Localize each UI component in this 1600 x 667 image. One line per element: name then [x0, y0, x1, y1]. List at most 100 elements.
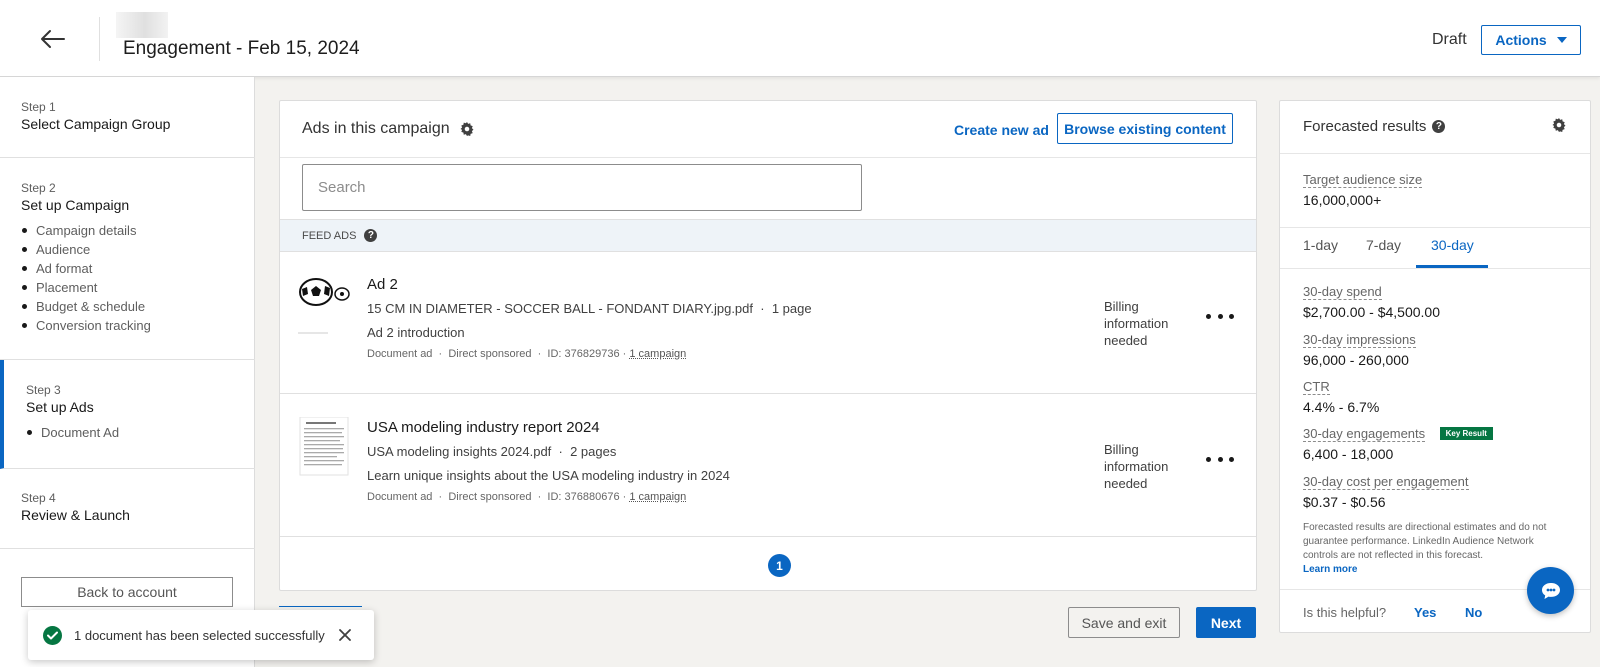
header-divider: [99, 17, 100, 61]
ad-title[interactable]: USA modeling industry report 2024: [367, 419, 600, 436]
tab-1-day[interactable]: 1-day: [1303, 237, 1338, 253]
helpful-yes-link[interactable]: Yes: [1414, 605, 1436, 620]
ad-row[interactable]: Ad 2 15 CM IN DIAMETER - SOCCER BALL - F…: [280, 252, 1256, 394]
forecast-panel: Forecasted results ? Target audience siz…: [1279, 100, 1591, 633]
step-3[interactable]: Step 3 Set up Ads Document Ad: [0, 360, 255, 469]
caret-down-icon: [1556, 37, 1567, 43]
step-title: Set up Ads: [26, 399, 94, 415]
step-number: Step 1: [21, 100, 56, 114]
ad-id: ID: 376880676: [547, 491, 620, 503]
soccer-ball-thumbnail: [298, 274, 350, 334]
step-2[interactable]: Step 2 Set up Campaign Campaign details …: [0, 158, 255, 360]
ad-type: Document ad: [367, 348, 433, 360]
ad-description: Learn unique insights about the USA mode…: [367, 468, 730, 483]
ad-sponsor-type: Direct sponsored: [448, 491, 532, 503]
save-and-exit-button[interactable]: Save and exit: [1068, 607, 1180, 638]
step-number: Step 4: [21, 491, 56, 505]
metric-label: 30-day impressions: [1303, 332, 1416, 348]
back-button-edge[interactable]: [279, 606, 362, 608]
audience-size: Target audience size 16,000,000+: [1303, 171, 1423, 208]
chat-icon: [1541, 582, 1560, 599]
divider: [1280, 153, 1590, 154]
ad-file-info: USA modeling insights 2024.pdf · 2 pages: [367, 444, 616, 459]
document-thumbnail: [298, 416, 350, 477]
metric-value: 4.4% - 6.7%: [1303, 399, 1380, 415]
separator-dot: ·: [534, 348, 548, 360]
audience-size-value: 16,000,000+: [1303, 192, 1382, 208]
step-4[interactable]: Step 4 Review & Launch: [0, 469, 255, 549]
key-result-badge: Key Result: [1439, 427, 1493, 440]
step-subitem[interactable]: Audience: [21, 240, 234, 259]
search-input[interactable]: [302, 164, 862, 211]
ads-card: Ads in this campaign Create new ad Brows…: [279, 100, 1257, 591]
ad-sponsor-type: Direct sponsored: [448, 348, 532, 360]
step-subitems: Document Ad: [26, 423, 233, 442]
ad-meta: Document ad · Direct sponsored · ID: 376…: [367, 348, 686, 360]
gear-icon[interactable]: [460, 122, 474, 136]
billing-status: Billing information needed: [1104, 442, 1169, 491]
page-title: Engagement - Feb 15, 2024: [123, 38, 360, 59]
browse-existing-content-button[interactable]: Browse existing content: [1057, 113, 1233, 144]
ad-page-count: 1 page: [771, 301, 812, 316]
step-subitem[interactable]: Placement: [21, 278, 234, 297]
ad-type: Document ad: [367, 491, 433, 503]
ad-campaign-count-link[interactable]: 1 campaign: [629, 348, 686, 360]
ads-card-header: Ads in this campaign Create new ad Brows…: [280, 101, 1256, 158]
step-subitem[interactable]: Conversion tracking: [21, 316, 234, 335]
account-logo: [116, 12, 168, 38]
metric-cost-per-engagement: 30-day cost per engagement $0.37 - $0.56: [1303, 473, 1469, 510]
metric-engagements: 30-day engagements Key Result 6,400 - 18…: [1303, 425, 1493, 462]
back-arrow-icon[interactable]: [38, 26, 68, 52]
gear-icon[interactable]: [1552, 118, 1566, 132]
metric-value: $2,700.00 - $4,500.00: [1303, 304, 1441, 320]
metric-value: $0.37 - $0.56: [1303, 494, 1386, 510]
step-title: Review & Launch: [21, 507, 130, 523]
ad-campaign-count-link[interactable]: 1 campaign: [629, 491, 686, 503]
metric-value: 6,400 - 18,000: [1303, 446, 1394, 462]
tab-30-day[interactable]: 30-day: [1431, 237, 1474, 253]
next-button[interactable]: Next: [1196, 607, 1256, 638]
actions-button[interactable]: Actions: [1481, 25, 1581, 55]
metric-impressions: 30-day impressions 96,000 - 260,000: [1303, 331, 1416, 368]
status-label: Draft: [1432, 31, 1467, 48]
actions-label: Actions: [1495, 32, 1547, 48]
step-subitem[interactable]: Budget & schedule: [21, 297, 234, 316]
step-subitem[interactable]: Document Ad: [26, 423, 233, 442]
step-subitem[interactable]: Campaign details: [21, 221, 234, 240]
help-icon[interactable]: ?: [1432, 120, 1446, 133]
feed-ads-section-header: FEED ADS ?: [280, 219, 1256, 252]
more-options-icon[interactable]: [1206, 451, 1234, 467]
ad-row[interactable]: USA modeling industry report 2024 USA mo…: [280, 395, 1256, 537]
helpful-question: Is this helpful?: [1303, 605, 1387, 620]
helpful-no-link[interactable]: No: [1465, 605, 1482, 620]
help-icon[interactable]: ?: [364, 229, 378, 242]
forecast-title-text: Forecasted results: [1303, 118, 1427, 135]
separator-dot: ·: [435, 348, 449, 360]
step-subitem[interactable]: Ad format: [21, 259, 234, 278]
close-icon[interactable]: [336, 626, 354, 644]
metric-spend: 30-day spend $2,700.00 - $4,500.00: [1303, 283, 1440, 320]
ad-file-name: 15 CM IN DIAMETER - SOCCER BALL - FONDAN…: [367, 301, 754, 316]
learn-more-link[interactable]: Learn more: [1303, 564, 1357, 575]
separator-dot: ·: [756, 301, 772, 316]
separator-dot: ·: [534, 491, 548, 503]
create-new-ad-link[interactable]: Create new ad: [954, 122, 1049, 138]
tab-7-day[interactable]: 7-day: [1366, 237, 1401, 253]
step-1[interactable]: Step 1 Select Campaign Group: [0, 77, 255, 158]
ad-file-info: 15 CM IN DIAMETER - SOCCER BALL - FONDAN…: [367, 301, 812, 316]
pagination-page[interactable]: 1: [768, 554, 791, 577]
step-subitems: Campaign details Audience Ad format Plac…: [21, 221, 234, 335]
metric-label: 30-day engagements: [1303, 426, 1426, 442]
forecast-disclaimer: Forecasted results are directional estim…: [1303, 521, 1571, 577]
feed-ads-label: FEED ADS: [302, 229, 357, 242]
success-toast: 1 document has been selected successfull…: [28, 610, 374, 660]
chat-bubble-button[interactable]: [1527, 567, 1574, 614]
ad-file-name: USA modeling insights 2024.pdf: [367, 444, 552, 459]
ad-title[interactable]: Ad 2: [367, 276, 398, 293]
metric-value: 96,000 - 260,000: [1303, 352, 1409, 368]
ad-meta: Document ad · Direct sponsored · ID: 376…: [367, 491, 686, 503]
back-to-account-button[interactable]: Back to account: [21, 577, 233, 607]
more-options-icon[interactable]: [1206, 308, 1234, 324]
forecast-title: Forecasted results ?: [1303, 118, 1446, 135]
separator-dot: ·: [435, 491, 449, 503]
